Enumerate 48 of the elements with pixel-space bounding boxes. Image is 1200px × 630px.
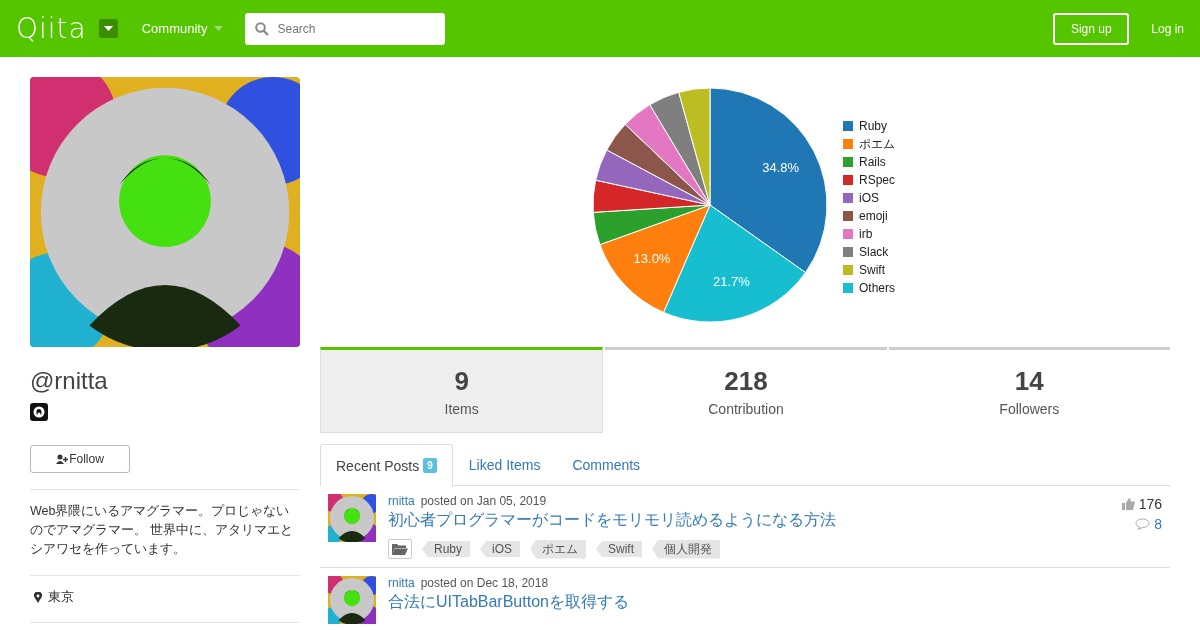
post-date: posted on Dec 18, 2018 [420,576,549,590]
legend-label: emoji [859,209,888,223]
folder-icon [388,539,412,559]
post-date: posted on Jan 05, 2019 [420,494,547,508]
legend-label: Slack [859,245,889,259]
github-icon[interactable] [30,403,48,421]
slice-label: 21.7% [713,273,750,289]
caret-icon [103,26,113,31]
stat-tab[interactable]: 9 Items [320,347,604,433]
username: @rnitta [30,367,109,395]
comment-count[interactable]: 8 [1154,516,1162,532]
tab[interactable]: Comments [556,444,657,485]
thumbs-up-icon [1121,498,1135,510]
follow-button[interactable]: Follow [30,445,130,473]
slice-label: 13.0% [633,251,671,267]
comment-icon [1135,518,1151,530]
legend-label: ポエム [859,137,895,151]
legend-label: Rails [859,155,886,169]
tag[interactable]: ポエム [530,539,587,559]
tab[interactable]: Liked Items [452,444,557,485]
bio-text: Web界隈にいるアマグラマー。プロじゃないのでアマグラマー。 世界中に、アタリマエとシアワセを作っています。 [30,503,295,558]
count-badge: 9 [423,458,437,473]
like-count: 176 [1138,496,1162,512]
tag[interactable]: Swift [596,541,643,557]
user-plus-icon [56,454,69,464]
author-link[interactable]: rnitta [388,576,415,590]
tag[interactable]: 個人開発 [652,539,721,559]
search-field[interactable]: Search [245,12,446,45]
legend-label: Ruby [859,119,887,133]
caret-icon [214,26,224,31]
search-icon [255,21,270,36]
stat-tab[interactable]: 218 Contribution [605,347,887,433]
dropdown-button[interactable] [98,19,118,38]
slice-label: 34.8% [762,160,800,176]
tag[interactable]: iOS [480,541,521,557]
legend-label: iOS [859,191,879,205]
legend-label: RSpec [859,173,896,187]
post-title-link[interactable]: 初心者プログラマーがコードをモリモリ読めるようになる方法 [388,510,836,531]
stat-tab[interactable]: 14 Followers [888,347,1170,433]
tab[interactable]: Recent Posts 9 [320,444,453,486]
location-text: 東京 [48,588,74,606]
tag[interactable]: Ruby [422,541,470,557]
author-link[interactable]: rnitta [388,494,415,508]
post-title-link[interactable]: 合法にUITabBarButtonを取得する [388,592,629,613]
location-pin-icon [34,591,42,603]
legend-label: Swift [859,263,885,277]
legend-label: Others [859,281,895,295]
legend-label: irb [859,227,873,241]
